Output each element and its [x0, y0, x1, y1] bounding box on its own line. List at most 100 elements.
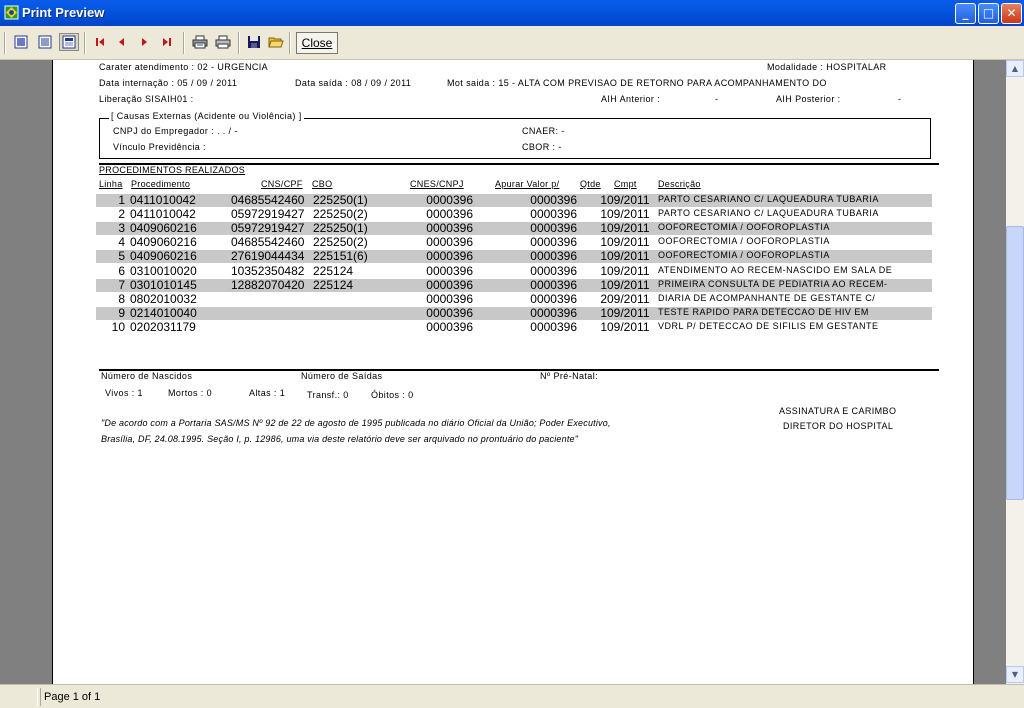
cnaer: CNAER: -: [522, 126, 565, 136]
zoom-100-button[interactable]: [59, 33, 79, 51]
cell-cnes: 0000396: [426, 249, 473, 263]
cell-proc: 0301010145: [130, 278, 197, 292]
cell-cnes: 0000396: [426, 221, 473, 235]
col-cbo: CBO: [312, 179, 333, 189]
cell-cnes: 0000396: [426, 306, 473, 320]
cell-apurar: 0000396: [530, 221, 577, 235]
cell-cnes: 0000396: [426, 278, 473, 292]
save-button[interactable]: [244, 33, 264, 51]
close-preview-button[interactable]: Close: [296, 32, 338, 54]
page-width-button[interactable]: [35, 33, 55, 51]
cell-cmpt: 09/2011: [607, 193, 650, 207]
window-title: Print Preview: [22, 5, 105, 20]
toolbar-separator: [84, 32, 86, 54]
cell-linha: 9: [118, 306, 125, 320]
cell-qtde: 1: [600, 221, 607, 235]
cell-linha: 4: [118, 235, 125, 249]
cell-desc: VDRL P/ DETECCAO DE SIFILIS EM GESTANTE: [658, 321, 879, 331]
cell-cns: 04685542460: [231, 193, 305, 207]
title-bar: Print Preview _ □ ✕: [0, 0, 1024, 26]
cell-qtde: 1: [600, 193, 607, 207]
cell-apurar: 0000396: [530, 193, 577, 207]
cell-qtde: 1: [600, 235, 607, 249]
cell-proc: 0409060216: [130, 249, 197, 263]
vivos: Vivos : 1: [105, 388, 143, 398]
procedimentos-title: PROCEDIMENTOS REALIZADOS: [99, 165, 246, 175]
status-bar: Page 1 of 1: [0, 684, 1024, 708]
cell-desc: ATENDIMENTO AO RECEM-NASCIDO EM SALA DE: [658, 265, 893, 275]
cell-apurar: 0000396: [530, 207, 577, 221]
cell-desc: DIARIA DE ACOMPANHANTE DE GESTANTE C/: [658, 293, 876, 303]
cell-linha: 1: [118, 193, 125, 207]
status-cell: [2, 688, 38, 706]
cell-cbo: 225250(2): [313, 235, 368, 249]
cell-apurar: 0000396: [530, 235, 577, 249]
maximize-button[interactable]: □: [978, 3, 999, 24]
previous-page-button[interactable]: [112, 33, 132, 51]
whole-page-icon: [14, 35, 28, 49]
page-indicator: Page 1 of 1: [40, 688, 300, 706]
minimize-button[interactable]: _: [955, 3, 976, 24]
open-folder-icon: [268, 37, 284, 48]
cell-proc: 0411010042: [130, 207, 196, 221]
cell-desc: OOFORECTOMIA / OOFOROPLASTIA: [658, 222, 830, 232]
cell-cnes: 0000396: [426, 264, 473, 278]
first-page-button[interactable]: [90, 33, 110, 51]
cell-cmpt: 09/2011: [607, 264, 650, 278]
last-page-button[interactable]: [157, 33, 177, 51]
cell-desc: OOFORECTOMIA / OOFOROPLASTIA: [658, 236, 830, 246]
next-page-button[interactable]: [134, 33, 154, 51]
cell-proc: 0214010040: [130, 306, 197, 320]
cell-desc: PARTO CESARIANO C/ LAQUEADURA TUBARIA: [658, 194, 879, 204]
cell-linha: 8: [118, 292, 125, 306]
cell-qtde: 1: [600, 278, 607, 292]
report-page: Carater atendimento : 02 - URGENCIA Moda…: [52, 60, 974, 684]
numero-saidas: Número de Saídas: [301, 371, 383, 381]
print-setup-button[interactable]: [190, 33, 210, 51]
toolbar-separator: [183, 32, 185, 54]
cell-apurar: 0000396: [530, 306, 577, 320]
cell-cns: 05972919427: [231, 207, 305, 221]
col-apurar-valor: Apurar Valor p/: [495, 179, 560, 189]
legal-text-line-2: Brasília, DF, 24.08.1995. Seção I, p. 12…: [101, 434, 579, 444]
col-linha: Linha: [99, 179, 123, 189]
print-setup-icon: [192, 35, 208, 49]
assinatura-carimbo: ASSINATURA E CARIMBO: [779, 406, 897, 416]
causas-externas-title: [ Causas Externas (Acidente ou Violência…: [109, 111, 304, 121]
cell-linha: 3: [118, 221, 125, 235]
first-page-icon: [96, 38, 104, 46]
col-descricao: Descrição: [658, 179, 701, 189]
close-window-button[interactable]: ✕: [1001, 3, 1022, 24]
cell-linha: 2: [118, 207, 125, 221]
scroll-down-button[interactable]: ▼: [1006, 666, 1024, 683]
vinculo-previdencia: Vínculo Previdência :: [113, 142, 206, 152]
cell-apurar: 0000396: [530, 249, 577, 263]
col-qtde: Qtde: [580, 179, 601, 189]
scroll-thumb[interactable]: [1006, 226, 1024, 500]
cell-qtde: 1: [600, 306, 607, 320]
preview-area: Carater atendimento : 02 - URGENCIA Moda…: [0, 60, 1006, 684]
print-button[interactable]: [213, 33, 233, 51]
previous-page-icon: [119, 38, 124, 46]
cell-linha: 5: [118, 249, 125, 263]
diretor-hospital: DIRETOR DO HOSPITAL: [783, 421, 894, 431]
floppy-disk-icon: [248, 36, 260, 48]
numero-nascidos: Número de Nascidos: [101, 371, 193, 381]
cell-cmpt: 09/2011: [607, 320, 650, 334]
numero-pre-natal: Nº Pré-Natal:: [540, 371, 599, 381]
zoom-100-icon: [62, 35, 76, 49]
cell-apurar: 0000396: [530, 292, 577, 306]
divider: [99, 369, 939, 371]
cell-cnes: 0000396: [426, 320, 473, 334]
cell-cmpt: 09/2011: [607, 207, 650, 221]
cell-proc: 0409060216: [130, 235, 197, 249]
open-button[interactable]: [266, 33, 286, 51]
aih-posterior-value: -: [898, 94, 902, 104]
cell-cns: 10352350482: [231, 264, 305, 278]
scroll-up-button[interactable]: ▲: [1006, 60, 1024, 77]
cell-proc: 0802010032: [130, 292, 197, 306]
vertical-scrollbar[interactable]: ▲ ▼: [1006, 60, 1024, 684]
cell-proc: 0411010042: [130, 193, 196, 207]
whole-page-button[interactable]: [11, 33, 31, 51]
cell-cnes: 0000396: [426, 193, 473, 207]
